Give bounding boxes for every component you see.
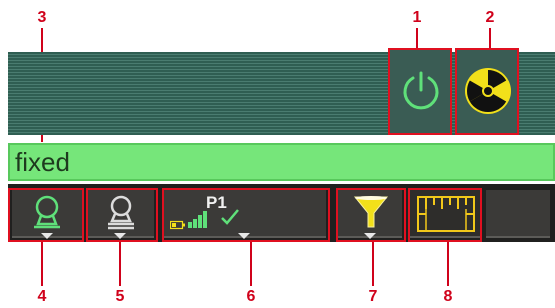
callout-1: 1	[412, 9, 422, 26]
callout-line-1	[416, 28, 418, 48]
callout-2: 2	[485, 9, 495, 26]
callout-line-4	[41, 242, 43, 286]
callout-box-5	[86, 188, 158, 242]
empty-slot	[486, 190, 550, 238]
status-text: fixed	[15, 147, 70, 177]
callout-line-7	[372, 242, 374, 286]
status-bar: fixed	[8, 143, 555, 181]
callout-box-4	[8, 188, 84, 242]
callout-3: 3	[37, 9, 47, 26]
callout-line-8	[447, 242, 449, 286]
callout-box-2	[455, 48, 519, 135]
callout-line-2	[489, 28, 491, 48]
callout-4: 4	[37, 288, 47, 305]
callout-box-6	[162, 188, 330, 242]
callout-5: 5	[115, 288, 125, 305]
callout-8: 8	[443, 288, 453, 305]
callout-box-7	[336, 188, 406, 242]
callout-7: 7	[368, 288, 378, 305]
callout-6: 6	[246, 288, 256, 305]
callout-line-6	[250, 242, 252, 286]
callout-line-5	[119, 242, 121, 286]
callout-box-8	[408, 188, 482, 242]
callout-box-1	[388, 48, 452, 135]
